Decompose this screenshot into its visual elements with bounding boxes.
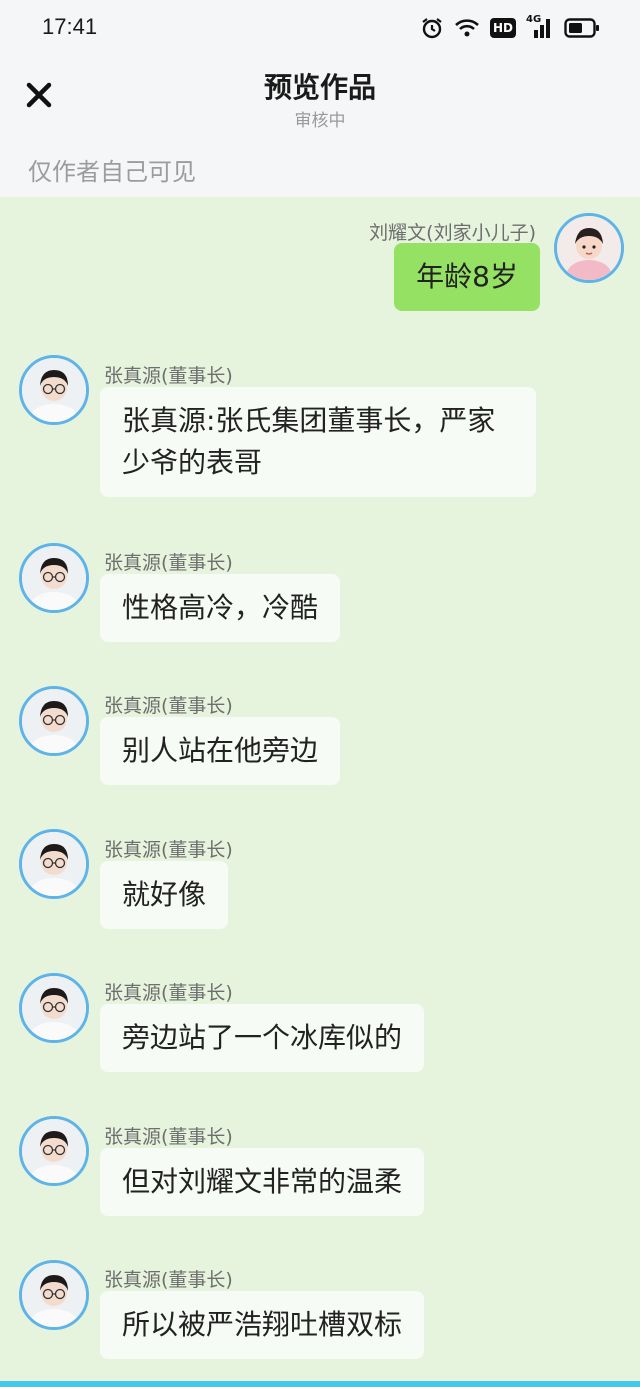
sender-name: 张真源(董事长) bbox=[104, 1126, 233, 1148]
message-bubble[interactable]: 别人站在他旁边 bbox=[100, 717, 341, 785]
status-icons: HD 4G bbox=[420, 14, 600, 42]
status-bar: 17:41 HD 4G bbox=[0, 0, 640, 56]
avatar-zhang-zhenyuan[interactable] bbox=[19, 829, 89, 899]
avatar-liu-yaowen[interactable] bbox=[554, 213, 624, 283]
message-bubble[interactable]: 年龄8岁 bbox=[394, 243, 540, 311]
battery-icon bbox=[564, 17, 600, 39]
review-status: 审核中 bbox=[294, 111, 346, 131]
message-bubble[interactable]: 就好像 bbox=[100, 861, 229, 929]
status-time: 17:41 bbox=[42, 14, 98, 39]
avatar-zhang-zhenyuan[interactable] bbox=[19, 686, 89, 756]
sender-name: 张真源(董事长) bbox=[104, 552, 233, 574]
sender-name: 张真源(董事长) bbox=[104, 695, 233, 717]
bottom-edge-bar bbox=[0, 1381, 640, 1387]
message-bubble[interactable]: 但对刘耀文非常的温柔 bbox=[100, 1148, 425, 1216]
wifi-icon bbox=[454, 17, 480, 39]
sender-name: 张真源(董事长) bbox=[104, 365, 233, 387]
message-bubble[interactable]: 性格高冷，冷酷 bbox=[100, 574, 341, 642]
avatar-zhang-zhenyuan[interactable] bbox=[19, 1116, 89, 1186]
sender-name: 刘耀文(刘家小儿子) bbox=[369, 222, 536, 244]
page-title: 预览作品 bbox=[263, 71, 376, 104]
top-panel: 17:41 HD 4G 预览作品 审核中 仅作者自己可见 bbox=[0, 0, 640, 197]
signal-4g-icon: 4G bbox=[526, 14, 554, 40]
sender-name: 张真源(董事长) bbox=[104, 1269, 233, 1291]
avatar-zhang-zhenyuan[interactable] bbox=[19, 543, 89, 613]
sender-name: 张真源(董事长) bbox=[104, 982, 233, 1004]
chat-area[interactable]: 刘耀文(刘家小儿子) 年龄8岁 张真源(董事长) 张真源:张氏集团董事长，严家少… bbox=[0, 197, 640, 1377]
sender-name: 张真源(董事长) bbox=[104, 839, 233, 861]
hd-icon: HD bbox=[489, 18, 516, 38]
avatar-zhang-zhenyuan[interactable] bbox=[19, 1260, 89, 1330]
visibility-note: 仅作者自己可见 bbox=[28, 158, 196, 186]
message-bubble[interactable]: 所以被严浩翔吐槽双标 bbox=[100, 1291, 425, 1359]
alarm-icon bbox=[420, 16, 444, 40]
avatar-zhang-zhenyuan[interactable] bbox=[19, 355, 89, 425]
message-bubble[interactable]: 旁边站了一个冰库似的 bbox=[100, 1004, 425, 1072]
avatar-zhang-zhenyuan[interactable] bbox=[19, 973, 89, 1043]
message-bubble[interactable]: 张真源:张氏集团董事长，严家少爷的表哥 bbox=[100, 387, 536, 497]
